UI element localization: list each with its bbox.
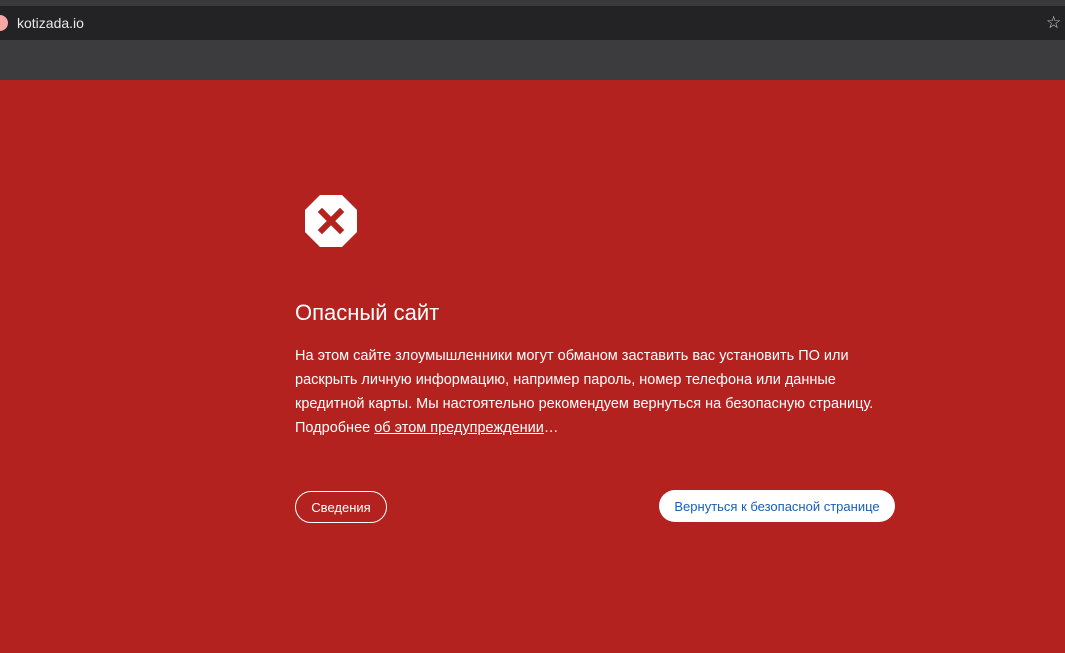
address-bar[interactable]: kotizada.io ☆	[0, 6, 1065, 40]
description-line-4-prefix: Подробнее	[295, 420, 375, 436]
description-line-2: раскрыть личную информацию, например пар…	[295, 372, 836, 388]
danger-octagon-x-icon	[305, 195, 357, 247]
star-icon[interactable]: ☆	[1046, 14, 1064, 32]
page-title: Опасный сайт	[295, 300, 440, 325]
description-line-3: кредитной карты. Мы настоятельно рекомен…	[295, 396, 874, 412]
url-text[interactable]: kotizada.io	[17, 15, 84, 31]
browser-toolbar	[0, 40, 1065, 80]
description-line-4-suffix: …	[543, 420, 559, 436]
site-favicon-icon	[0, 15, 8, 31]
details-button[interactable]: Сведения	[295, 491, 387, 523]
learn-more-link[interactable]: об этом предупреждении	[374, 420, 544, 436]
back-to-safety-button[interactable]: Вернуться к безопасной странице	[659, 490, 895, 522]
description-line-1: На этом сайте злоумышленники могут обман…	[295, 348, 849, 364]
warning-description: На этом сайте злоумышленники могут обман…	[295, 344, 895, 440]
